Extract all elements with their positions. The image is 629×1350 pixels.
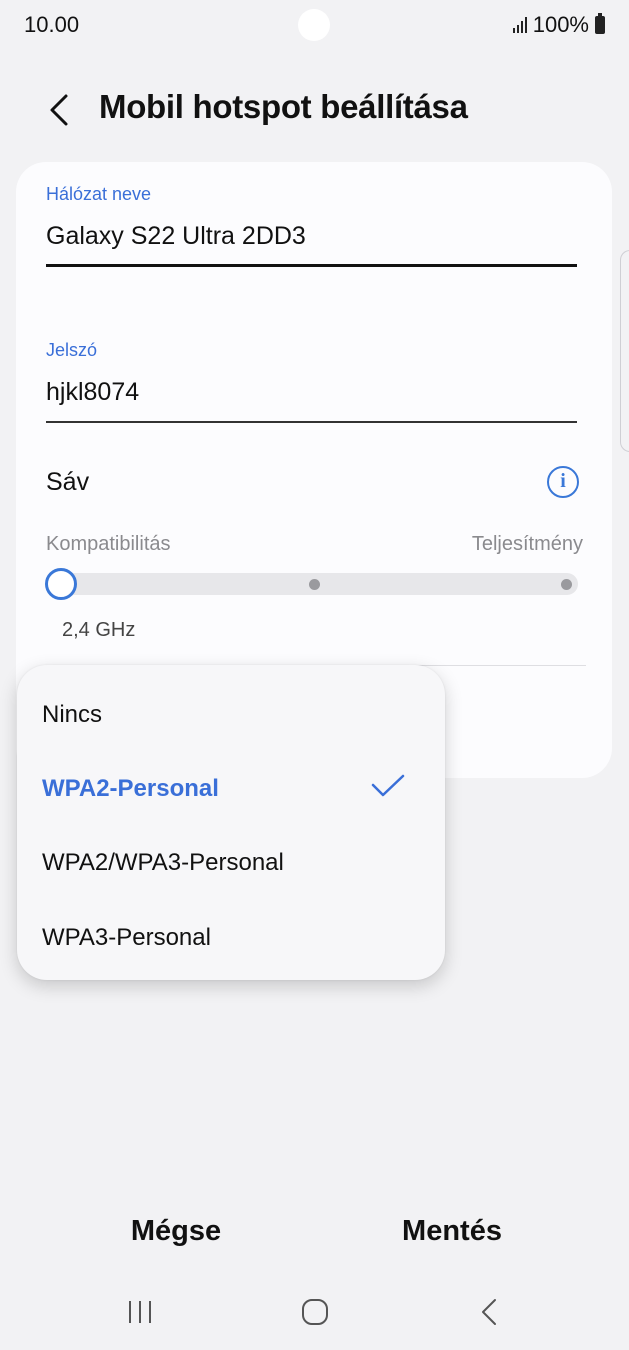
network-name-underline — [46, 264, 577, 267]
slider-thumb[interactable] — [45, 568, 77, 600]
back-button[interactable] — [42, 88, 82, 132]
network-name-label: Hálózat neve — [46, 184, 152, 204]
info-icon[interactable]: i — [547, 466, 579, 498]
scroll-indicator[interactable] — [620, 250, 629, 452]
network-name-field[interactable]: Galaxy S22 Ultra 2DD3 — [46, 222, 306, 251]
battery-percent: 100% — [532, 12, 589, 37]
password-underline — [46, 421, 577, 423]
nav-back-icon — [482, 1299, 496, 1325]
camera-cutout — [298, 9, 330, 41]
menu-item-none[interactable]: Nincs — [42, 701, 102, 729]
nav-back-button[interactable] — [460, 1287, 520, 1337]
band-left-label: Kompatibilitás — [46, 533, 171, 555]
back-arrow-icon — [50, 94, 68, 126]
slider-tick-mid — [309, 579, 320, 590]
signal-icon — [512, 17, 527, 33]
home-button[interactable] — [285, 1287, 345, 1337]
status-indicators: 100% — [512, 12, 605, 38]
status-time: 10.00 — [24, 12, 80, 37]
save-button[interactable]: Mentés — [372, 1215, 532, 1248]
password-field[interactable]: hjkl8074 — [46, 378, 139, 407]
home-icon — [302, 1299, 328, 1325]
password-label: Jelszó — [46, 340, 98, 360]
slider-tick-end — [561, 579, 572, 590]
band-right-label: Teljesítmény — [471, 533, 583, 555]
band-label: Sáv — [46, 468, 90, 496]
menu-item-wpa2-wpa3-personal[interactable]: WPA2/WPA3-Personal — [42, 849, 284, 877]
cancel-button[interactable]: Mégse — [96, 1215, 256, 1248]
recents-icon — [129, 1301, 151, 1323]
menu-item-wpa3-personal[interactable]: WPA3-Personal — [42, 924, 211, 952]
battery-icon — [595, 13, 605, 34]
menu-item-wpa2-personal[interactable]: WPA2-Personal — [42, 775, 219, 803]
band-value: 2,4 GHz — [62, 619, 136, 641]
page-title: Mobil hotspot beállítása — [99, 88, 468, 125]
check-icon — [371, 774, 405, 797]
recents-button[interactable] — [110, 1287, 170, 1337]
